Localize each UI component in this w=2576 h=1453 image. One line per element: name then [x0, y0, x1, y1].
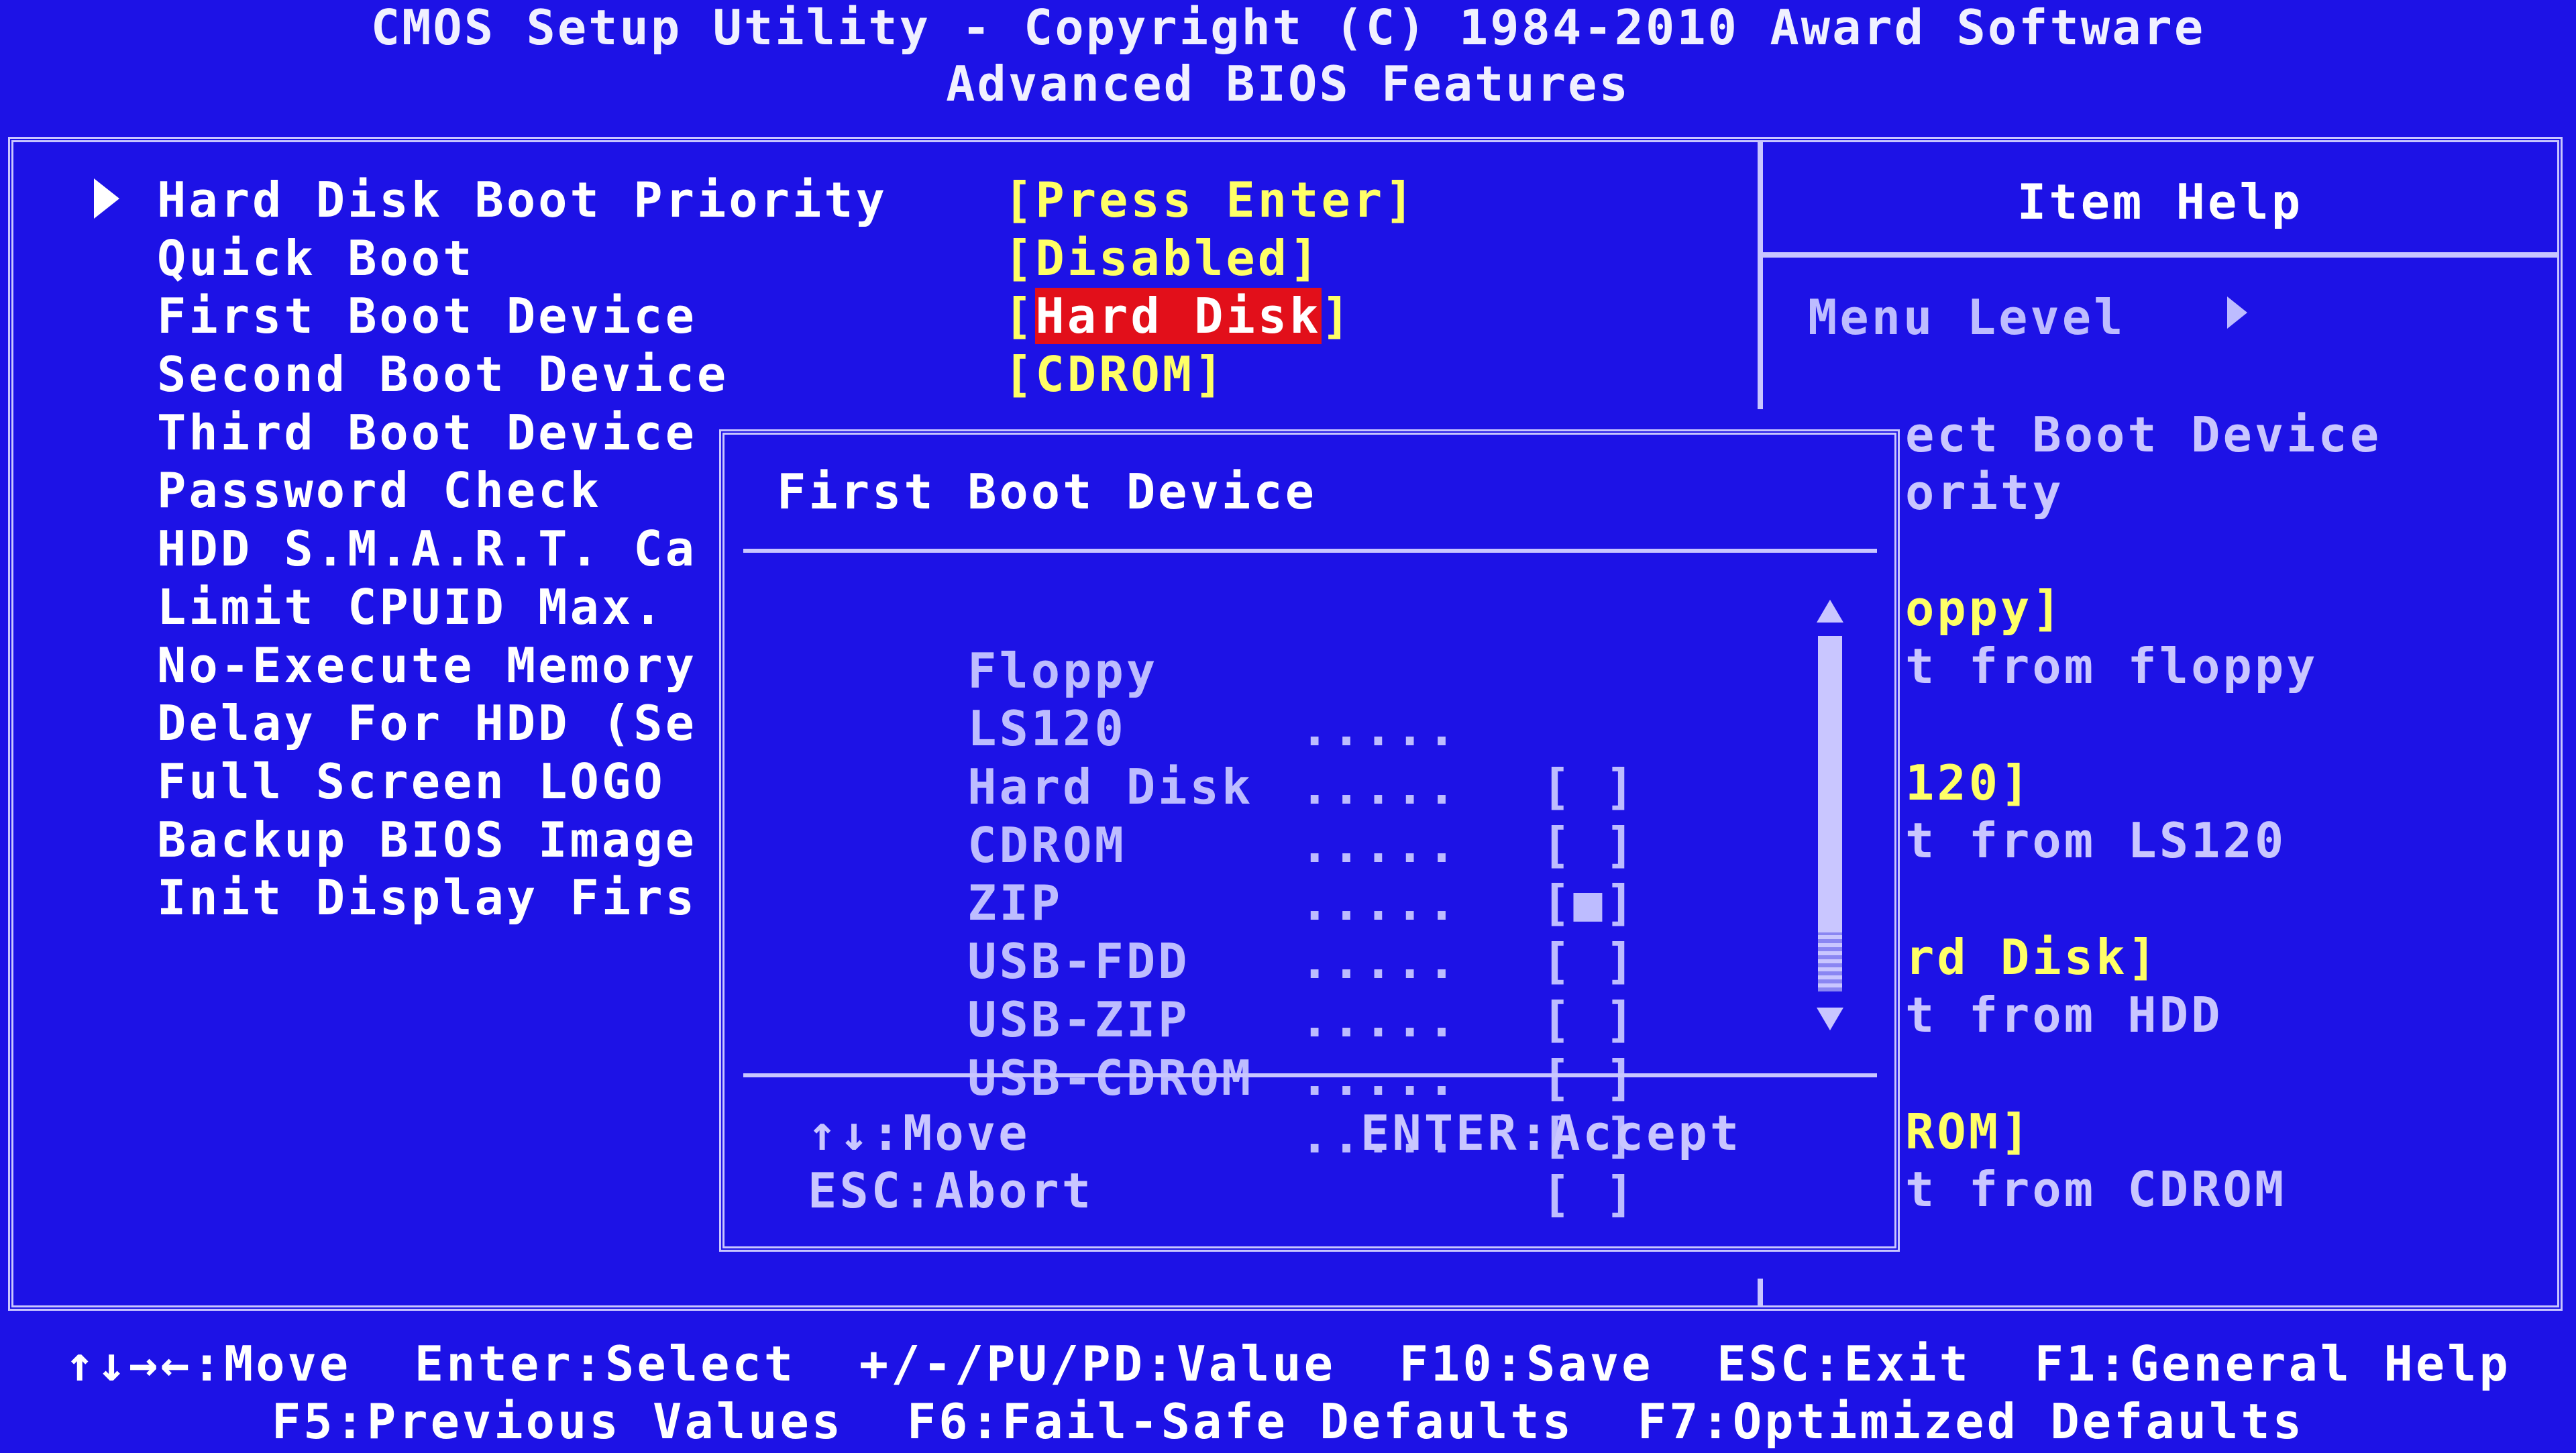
boot-device-options: Floppy ..... [ ] LS120 ..... [ ] Hard Di…: [777, 584, 1634, 1222]
option-usb-zip[interactable]: USB-ZIP ..... [ ]: [777, 932, 1634, 1164]
scrollbar-track-lower[interactable]: [1818, 932, 1842, 991]
dialog-title: First Boot Device: [777, 464, 1317, 520]
value-quick-boot[interactable]: [Disabled]: [1004, 229, 1417, 288]
option-cdrom[interactable]: CDROM ..... [ ]: [777, 758, 1634, 989]
setting-second-boot-device[interactable]: Second Boot Device: [157, 345, 888, 404]
help-line: t from HDD: [1905, 987, 2223, 1043]
scroll-up-arrow-icon[interactable]: [1817, 600, 1843, 623]
value-bracket: [: [1004, 288, 1036, 345]
footer-key-help-line1: ↑↓→←:Move Enter:Select +/-/PU/PD:Value F…: [65, 1336, 2511, 1392]
key-hint-move: ↑↓:Move: [808, 1105, 1030, 1161]
option-checkbox: [ ]: [1542, 1165, 1638, 1222]
settings-values: [Press Enter] [Disabled] [Hard Disk] [CD…: [1004, 171, 1417, 404]
help-line: ority: [1905, 464, 2064, 521]
help-menu-level: Menu Level: [1808, 289, 2126, 345]
help-divider-lower: [1758, 1279, 1763, 1305]
value-highlighted: Hard Disk: [1035, 288, 1322, 345]
app-title: CMOS Setup Utility - Copyright (C) 1984-…: [370, 0, 2206, 56]
help-divider: [1758, 142, 1763, 409]
option-hard-disk[interactable]: Hard Disk ..... [■]: [777, 700, 1634, 931]
menu-level-arrow-icon: [2227, 297, 2247, 329]
dialog-divider: [743, 1073, 1877, 1077]
page-title: Advanced BIOS Features: [946, 56, 1630, 112]
help-line: 120]: [1905, 755, 2033, 811]
help-title: Item Help: [2017, 174, 2304, 230]
value-hard-disk-boot-priority[interactable]: [Press Enter]: [1004, 171, 1417, 229]
help-line: oppy]: [1905, 580, 2064, 637]
footer-key-help-line2: F5:Previous Values F6:Fail-Safe Defaults…: [271, 1393, 2305, 1450]
option-floppy[interactable]: Floppy ..... [ ]: [777, 584, 1634, 815]
help-line: ect Boot Device: [1905, 407, 2382, 463]
value-second-boot-device[interactable]: [CDROM]: [1004, 345, 1417, 404]
selection-pointer-icon: [94, 178, 119, 219]
option-usb-cdrom[interactable]: USB-CDROM ..... [ ]: [777, 991, 1634, 1222]
option-label: USB-CDROM: [967, 1049, 1254, 1106]
help-line: ROM]: [1905, 1104, 2033, 1160]
key-hint-abort: ESC:Abort: [808, 1163, 1094, 1219]
dialog-divider: [743, 549, 1877, 553]
option-ls120[interactable]: LS120 ..... [ ]: [777, 642, 1634, 873]
option-usb-fdd[interactable]: USB-FDD ..... [ ]: [777, 874, 1634, 1106]
help-line: t from floppy: [1905, 638, 2318, 694]
help-line: rd Disk]: [1905, 929, 2159, 985]
option-checkbox: [ ]: [1542, 1049, 1638, 1106]
setting-quick-boot[interactable]: Quick Boot: [157, 229, 888, 288]
value-bracket: ]: [1321, 288, 1353, 345]
value-first-boot-device[interactable]: [Hard Disk]: [1004, 287, 1417, 345]
first-boot-device-dialog: First Boot Device Floppy ..... [ ] LS120…: [719, 429, 1900, 1252]
setting-first-boot-device[interactable]: First Boot Device: [157, 287, 888, 345]
option-dots: .....: [1300, 1049, 1459, 1106]
help-title-divider: [1762, 252, 2557, 258]
help-line: t from CDROM: [1905, 1161, 2287, 1218]
option-zip[interactable]: ZIP ..... [ ]: [777, 816, 1634, 1047]
scroll-down-arrow-icon[interactable]: [1817, 1008, 1843, 1030]
help-line: t from LS120: [1905, 812, 2287, 869]
setting-hard-disk-boot-priority[interactable]: Hard Disk Boot Priority: [157, 171, 888, 229]
key-hint-accept: ENTER:Accept: [1360, 1105, 1742, 1161]
